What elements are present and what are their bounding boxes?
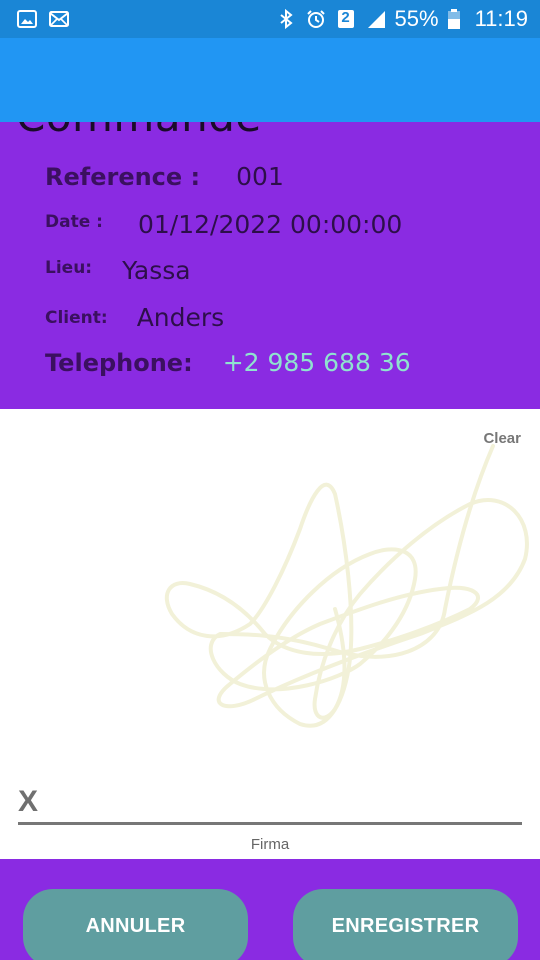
battery-icon [447,8,461,30]
status-bar-notifications [16,8,70,30]
save-button[interactable]: ENREGISTRER [293,889,518,960]
signal-icon [365,8,387,30]
signature-caption: Firma [250,836,290,853]
mail-icon [48,8,70,30]
order-details-panel: Commande Reference : 001 Date : 01/12/20… [0,122,540,409]
date-value: 01/12/2022 00:00:00 [137,210,403,239]
alarm-icon [305,8,327,30]
client-row: Client: Anders [45,303,224,332]
signature-line [18,822,522,825]
app-bar [0,38,540,122]
place-row: Lieu: Yassa [45,256,191,285]
phone-row: Telephone: +2 985 688 36 [45,348,411,377]
cancel-button[interactable]: ANNULER [23,889,248,960]
status-bar: 2 55% 11:19 [0,0,540,38]
action-bar: ANNULER ENREGISTRER [0,859,540,960]
battery-percent: 55% [394,6,439,31]
reference-value: 001 [236,162,284,191]
signature-x-mark: X [18,785,39,818]
signature-pad[interactable]: Clear X Firma [0,409,540,859]
image-icon [16,8,38,30]
place-value: Yassa [122,256,191,285]
clock: 11:19 [474,6,528,31]
page-title: Commande [16,122,262,141]
clear-signature-button[interactable]: Clear [483,430,521,447]
client-label: Client: [45,308,108,328]
sim-2-icon: 2 [335,8,357,30]
client-value: Anders [136,303,225,332]
signature-drawing [164,444,529,728]
phone-label: Telephone: [45,349,193,377]
phone-value[interactable]: +2 985 688 36 [223,348,411,377]
reference-row: Reference : 001 [45,162,284,191]
date-label: Date : [45,212,103,232]
status-bar-system: 2 55% 11:19 [275,8,528,30]
reference-label: Reference : [45,163,201,191]
place-label: Lieu: [45,258,93,278]
sim-label: 2 [341,9,350,26]
date-row: Date : 01/12/2022 00:00:00 [45,210,402,239]
bluetooth-icon [275,8,297,30]
